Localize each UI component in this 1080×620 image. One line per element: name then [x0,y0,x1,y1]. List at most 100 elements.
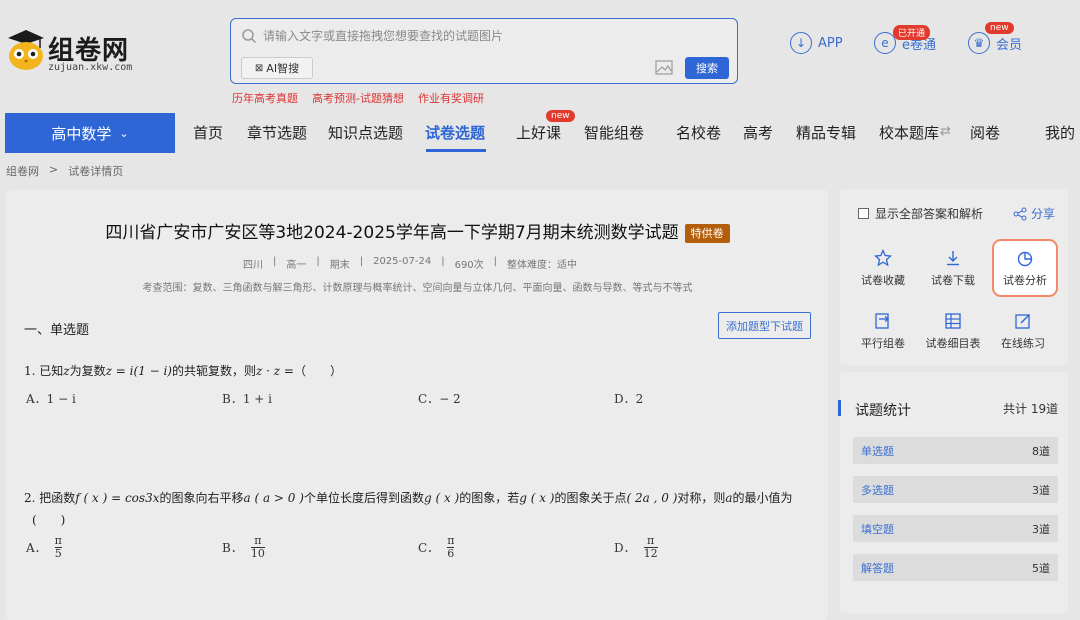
fraction: π 12 [643,534,658,560]
q2-func-f: f ( x ) = cos3x [75,491,160,505]
numerator: π [447,534,455,547]
q1-option-b[interactable]: B．1 + i [222,390,272,407]
q2-text-d: 的图象，若 [459,491,520,505]
tool-online-practice[interactable]: 在线练习 [990,312,1056,351]
fraction: π6 [447,534,455,560]
search-button[interactable]: 搜索 [685,57,729,79]
stats-row-answer[interactable]: 解答题 5道 [853,554,1058,581]
tool-download[interactable]: 试卷下载 [920,249,986,288]
nav-home[interactable]: 首页 [193,122,223,143]
nav-reading[interactable]: 阅卷 [970,122,1000,143]
share-button[interactable]: 分享 [1013,205,1055,222]
nav-lesson[interactable]: 上好课 [516,122,561,143]
image-upload-icon[interactable] [655,60,673,75]
nav-smart[interactable]: 智能组卷 [584,122,644,143]
lesson-badge: new [546,110,575,122]
breadcrumb-sep: > [49,163,59,176]
q2-paren: ( ) [32,513,66,527]
subject-selector[interactable]: 高中数学 ⌄ [5,113,175,153]
member-label: 会员 [996,37,1023,53]
ejuan-badge: 已开通 [893,25,931,40]
q1-option-a[interactable]: A．1 − i [26,390,76,407]
fraction: π 10 [250,535,265,560]
breadcrumb-current: 试卷详情页 [68,165,124,178]
question-1[interactable]: 1. 已知z为复数z = i(1 − i)的共轭复数，则z · z =（ ） [24,362,342,379]
q2-func-g: g ( x ) [423,491,460,505]
q2-func-g-2: g ( x ) [519,491,555,505]
nav-paper[interactable]: 试卷选题 [425,122,485,143]
q2-text-h: 对称，则 [677,491,726,505]
show-all-label: 显示全部答案和解析 [875,207,984,221]
member-badge: new [985,22,1014,34]
download-icon [947,251,959,266]
q1-expression: z · z = [256,364,294,378]
hot-link-gaokao[interactable]: 历年高考真题 [232,90,298,106]
app-label: APP [818,35,843,51]
q2-option-b[interactable]: B． π 10 [222,535,265,560]
question-2[interactable]: 2. 把函数f ( x ) = cos3x的图象向右平移a ( a > 0 )个… [24,487,824,531]
stat-name: 多选题 [861,483,894,497]
ai-search-label: AI智搜 [266,62,300,75]
tool-analysis[interactable]: 试卷分析 [992,239,1058,297]
member-link[interactable]: ♛ 会员 [968,32,1022,54]
q2-option-d[interactable]: D． π 12 [614,535,658,560]
tool-parallel[interactable]: 平行组卷 [850,312,916,351]
stat-name: 单选题 [861,444,894,458]
q2-shift: a ( a > 0 ) [243,491,304,505]
tool-label: 试卷分析 [1003,274,1047,287]
denominator: 6 [447,547,455,560]
hot-link-survey[interactable]: 作业有奖调研 [418,90,484,106]
show-all-answers-toggle[interactable]: 显示全部答案和解析 [858,205,983,222]
search-input[interactable] [263,25,703,47]
stats-row-fill[interactable]: 填空题 3道 [853,515,1058,542]
nav-chapter[interactable]: 章节选题 [247,122,307,143]
add-section-button[interactable]: 添加题型下试题 [718,312,811,339]
nav-special[interactable]: 精品专辑 [796,122,856,143]
nav-active-underline [426,149,486,152]
nav-mine[interactable]: 我的 [1045,122,1075,143]
numerator: π [647,534,655,547]
tool-label: 平行组卷 [861,337,905,350]
q1-equation: z = i(1 − i) [105,364,172,378]
option-label: C． [418,392,440,406]
paper-panel [6,190,828,620]
chevron-down-icon: ⌄ [119,126,129,140]
tool-label: 试卷收藏 [861,274,905,287]
q2-var-a: a [725,491,733,505]
search-icon [242,29,257,44]
tool-detail-table[interactable]: 试卷细目表 [920,312,986,351]
nav-knowledge[interactable]: 知识点选题 [328,122,403,143]
breadcrumb-home[interactable]: 组卷网 [6,163,39,179]
star-icon [874,249,892,267]
hot-link-predict[interactable]: 高考预测-试题猜想 [312,90,404,106]
stats-row-single[interactable]: 单选题 8道 [853,437,1058,464]
q1-option-d[interactable]: D．2 [614,390,643,407]
stats-accent-bar [838,400,841,416]
app-link[interactable]: ↓ APP [790,32,843,54]
option-value: − 2 [439,392,461,406]
nav-gaokao[interactable]: 高考 [743,122,773,143]
tool-favorite[interactable]: 试卷收藏 [850,249,916,288]
q2-option-c[interactable]: C． π 6 [418,534,455,560]
checkbox[interactable] [858,208,869,219]
option-value: 1 − i [46,392,76,406]
meta-type: 期末 [329,260,350,271]
q1-option-c[interactable]: C．− 2 [418,390,461,407]
tool-label: 试卷下载 [931,274,975,287]
denominator: 10 [250,547,265,560]
ai-search-button[interactable]: ⊠ AI智搜 [241,57,313,79]
option-label: A． [26,392,47,406]
meta-date: 2025-07-24 [373,256,432,267]
denominator: 12 [643,547,658,560]
hot-links: 历年高考真题 高考预测-试题猜想 作业有奖调研 [232,90,484,106]
nav-school-bank[interactable]: 校本题库 [879,122,939,143]
logo-owl-icon[interactable] [6,28,46,72]
share-label: 分享 [1031,207,1056,221]
paper-meta: 四川 | 高一 | 期末 | 2025-07-24 | 690次 | 整体难度：适中 [242,256,578,271]
nav-school[interactable]: 名校卷 [676,122,721,143]
stats-row-multi[interactable]: 多选题 3道 [853,476,1058,503]
special-tag: 特供卷 [684,224,730,243]
q2-text-i: 的最小值为 [732,491,793,505]
option-label: D． [614,541,636,555]
q2-option-a[interactable]: A． π 5 [26,535,62,560]
